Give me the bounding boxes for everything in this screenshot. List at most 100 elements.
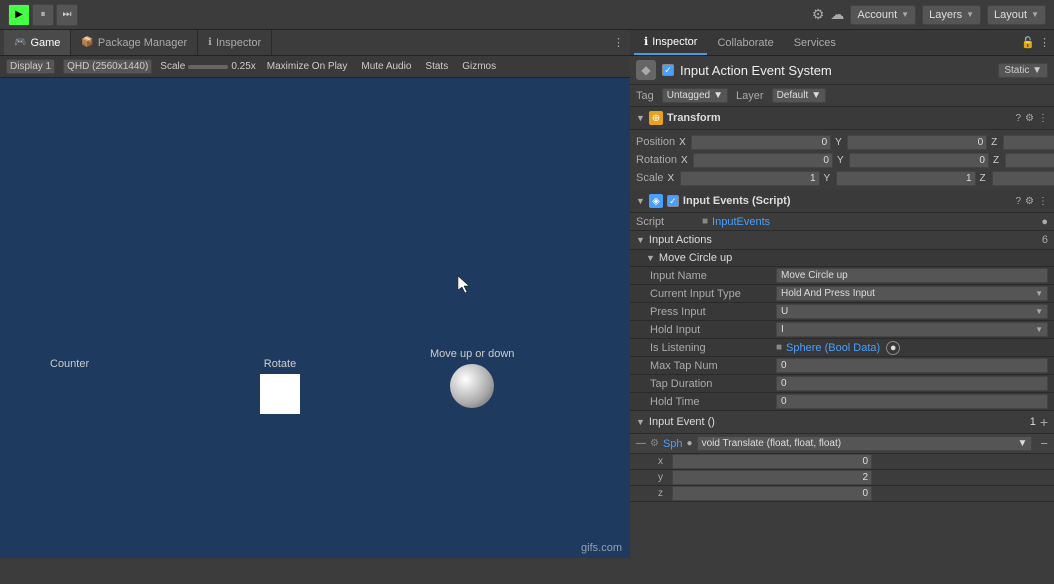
tab-services[interactable]: Services — [784, 30, 846, 55]
hold-input-dropdown[interactable]: I ▼ — [776, 322, 1048, 337]
script-circle-icon[interactable]: ● — [1041, 216, 1048, 228]
rotation-y-input[interactable] — [849, 153, 989, 168]
tag-label: Tag — [636, 90, 654, 102]
is-listening-value: ■ Sphere (Bool Data) — [776, 342, 880, 354]
input-event-count: 1 — [1030, 416, 1036, 428]
rotate-square — [260, 374, 300, 414]
hold-time-input[interactable] — [776, 394, 1048, 409]
current-input-type-row: Current Input Type Hold And Press Input … — [630, 285, 1054, 303]
active-checkbox[interactable] — [662, 64, 674, 76]
resolution-dropdown[interactable]: QHD (2560x1440) — [63, 59, 152, 74]
tap-duration-input[interactable] — [776, 376, 1048, 391]
rotation-z-input[interactable] — [1005, 153, 1054, 168]
position-x-input[interactable] — [691, 135, 831, 150]
position-label: Position — [636, 136, 675, 148]
scale-y-input[interactable] — [836, 171, 976, 186]
input-actions-count: 6 — [1042, 234, 1048, 246]
input-events-settings-icon[interactable]: ⚙ — [1025, 196, 1034, 207]
position-row: Position X Y Z — [636, 133, 1048, 151]
layout-dropdown[interactable]: Layout ▼ — [987, 5, 1046, 25]
gizmos-button[interactable]: Gizmos — [459, 60, 499, 73]
input-event-header[interactable]: ▼ Input Event () 1 + — [630, 411, 1054, 434]
transform-help-icon[interactable]: ? — [1015, 113, 1021, 124]
max-tap-num-input[interactable] — [776, 358, 1048, 373]
layer-dropdown[interactable]: Default ▼ — [772, 88, 827, 103]
hold-time-row: Hold Time — [630, 393, 1054, 411]
input-event-entry-row: — ⚙ Sph ● void Translate (float, float, … — [630, 434, 1054, 454]
event-ref[interactable]: Sph — [663, 438, 683, 450]
mute-audio-button[interactable]: Mute Audio — [358, 60, 414, 73]
pause-button[interactable]: ⏸ — [32, 4, 54, 26]
tab-inspector-right[interactable]: ℹ Inspector — [634, 30, 707, 55]
stats-button[interactable]: Stats — [422, 60, 451, 73]
event-function-dropdown[interactable]: void Translate (float, float, float) ▼ — [697, 436, 1033, 451]
input-name-input[interactable] — [776, 268, 1048, 283]
tag-dropdown[interactable]: Untagged ▼ — [662, 88, 728, 103]
scale-z-input[interactable] — [992, 171, 1054, 186]
scale-row: Scale X Y Z — [636, 169, 1048, 187]
rotation-row: Rotation X Y Z — [636, 151, 1048, 169]
position-z-input[interactable] — [1003, 135, 1054, 150]
script-ref[interactable]: ■ InputEvents — [702, 216, 1035, 228]
play-button[interactable]: ▶ — [8, 4, 30, 26]
is-listening-label: Is Listening — [650, 342, 770, 354]
insp-left-tab-icon: ℹ — [208, 37, 212, 48]
move-circle-up-section: ▼ Move Circle up Input Name Current Inpu… — [630, 250, 1054, 411]
move-circle-up-header[interactable]: ▼ Move Circle up — [630, 250, 1054, 267]
inspector-tab-icons: 🔓 ⋮ — [1021, 36, 1050, 49]
event-x-input[interactable] — [672, 454, 872, 469]
input-actions-title: Input Actions — [649, 234, 1038, 246]
layers-dropdown[interactable]: Layers ▼ — [922, 5, 981, 25]
tab-more-button[interactable]: ⋮ — [607, 30, 630, 55]
tab-game[interactable]: 🎮 Game — [4, 30, 71, 55]
transform-settings-icon[interactable]: ⚙ — [1025, 113, 1034, 124]
transform-fields: Position X Y Z Rotation X Y Z — [630, 130, 1054, 190]
game-view-panel: 🎮 Game 📦 Package Manager ℹ Inspector ⋮ D… — [0, 30, 630, 558]
event-z-row: z — [630, 486, 1054, 502]
layer-label: Layer — [736, 90, 764, 102]
maximize-on-play-button[interactable]: Maximize On Play — [264, 60, 351, 73]
game-toolbar: Display 1 QHD (2560x1440) Scale 0.25x Ma… — [0, 56, 630, 78]
input-event-title: Input Event () — [649, 416, 1026, 428]
event-z-input[interactable] — [672, 486, 872, 501]
scale-container: Scale 0.25x — [160, 61, 255, 72]
is-listening-row: Is Listening ■ Sphere (Bool Data) ● — [630, 339, 1054, 357]
transform-section-header[interactable]: ▼ ⊕ Transform ? ⚙ ⋮ — [630, 107, 1054, 130]
rotation-x-input[interactable] — [693, 153, 833, 168]
lock-icon[interactable]: 🔓 — [1021, 36, 1035, 49]
input-events-title: Input Events (Script) — [683, 195, 1012, 207]
transform-tools: ? ⚙ ⋮ — [1015, 113, 1048, 124]
static-dropdown[interactable]: Static ▼ — [998, 63, 1048, 78]
scale-x-input[interactable] — [680, 171, 820, 186]
tab-inspector-left[interactable]: ℹ Inspector — [198, 30, 272, 55]
input-events-checkbox[interactable] — [667, 195, 679, 207]
game-canvas: Counter Rotate Move up or down gifs.com — [0, 78, 630, 558]
event-check-icon: ● — [687, 438, 693, 449]
input-actions-header[interactable]: ▼ Input Actions 6 — [630, 231, 1054, 250]
tab-collaborate[interactable]: Collaborate — [707, 30, 783, 55]
display-dropdown[interactable]: Display 1 — [6, 59, 55, 74]
position-y-input[interactable] — [847, 135, 987, 150]
input-events-more-icon[interactable]: ⋮ — [1038, 196, 1048, 207]
input-events-help-icon[interactable]: ? — [1015, 196, 1021, 207]
current-input-type-label: Current Input Type — [650, 288, 770, 300]
event-remove-button[interactable]: − — [1040, 436, 1048, 451]
is-listening-circle-button[interactable]: ● — [886, 341, 900, 355]
game-object-icon: ◆ — [636, 60, 656, 80]
scale-slider[interactable] — [188, 65, 228, 69]
hold-input-label: Hold Input — [650, 324, 770, 336]
transform-more-icon[interactable]: ⋮ — [1038, 113, 1048, 124]
event-y-input[interactable] — [672, 470, 872, 485]
tab-package-manager[interactable]: 📦 Package Manager — [71, 30, 198, 55]
options-icon[interactable]: ⋮ — [1039, 36, 1050, 49]
press-input-row: Press Input U ▼ — [630, 303, 1054, 321]
move-circle-arrow-icon: ▼ — [646, 253, 655, 263]
press-input-dropdown[interactable]: U ▼ — [776, 304, 1048, 319]
tag-layer-row: Tag Untagged ▼ Layer Default ▼ — [630, 85, 1054, 107]
pkg-tab-icon: 📦 — [81, 37, 93, 48]
account-dropdown[interactable]: Account ▼ — [850, 5, 916, 25]
current-input-type-dropdown[interactable]: Hold And Press Input ▼ — [776, 286, 1048, 301]
step-button[interactable]: ⏭ — [56, 4, 78, 26]
input-events-section-header[interactable]: ▼ ◈ Input Events (Script) ? ⚙ ⋮ — [630, 190, 1054, 213]
input-event-add-button[interactable]: + — [1040, 414, 1048, 430]
